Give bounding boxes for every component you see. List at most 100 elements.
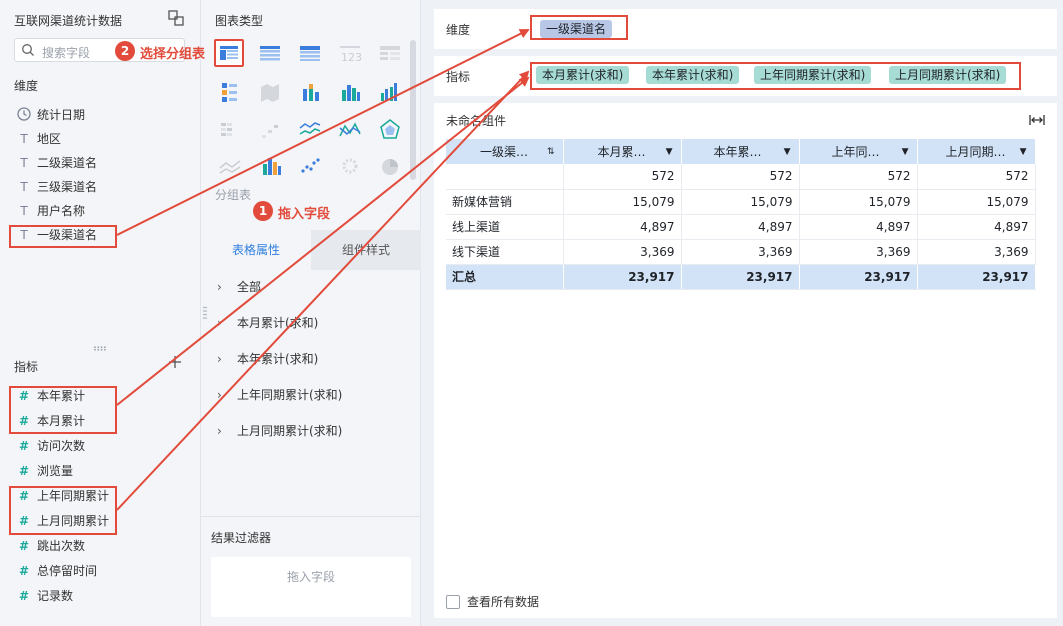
dimension-field-channel3[interactable]: T 三级渠道名 [16, 177, 97, 197]
detail-table-icon [260, 46, 280, 61]
measure-field-month-total[interactable]: # 本月累计 [16, 411, 85, 431]
list-icon [380, 46, 400, 60]
prop-last-year[interactable]: › 上年同期累计(求和) [217, 385, 342, 405]
checkbox[interactable] [446, 594, 460, 609]
measure-section-label: 指标 [14, 360, 39, 374]
caret-down-icon[interactable]: ▼ [1020, 147, 1027, 157]
number-type-icon: # [18, 464, 30, 478]
result-filter-section: 结果过滤器 拖入字段 [201, 516, 421, 626]
tab-table-properties[interactable]: 表格属性 [201, 230, 311, 270]
chart-type-kpi[interactable]: 123 [335, 39, 365, 67]
chart-type-card[interactable] [215, 78, 245, 106]
table-header[interactable]: 上年同… ▼ [799, 139, 918, 164]
table-header[interactable]: 本年累… ▼ [681, 139, 800, 164]
dimension-field-username[interactable]: T 用户名称 [16, 201, 85, 221]
chart-type-grouped-bar[interactable] [375, 78, 405, 106]
prop-year-total[interactable]: › 本年累计(求和) [217, 349, 318, 369]
field-label: 上月同期累计 [37, 514, 110, 528]
table-cell: 3,369 [681, 239, 800, 265]
bubble-chart-icon [342, 158, 358, 174]
preview-panel: 维度 一级渠道名 指标 本月累计(求和) 本年累计(求和) 上年同期累计(求和)… [421, 0, 1063, 626]
table-header[interactable]: 上月同期… ▼ [917, 139, 1036, 164]
measure-pill[interactable]: 本月累计(求和) [536, 66, 630, 84]
table-cell: 3,369 [563, 239, 682, 265]
prop-all[interactable]: › 全部 [217, 277, 261, 297]
chart-type-map[interactable] [255, 78, 285, 106]
number-type-icon: # [18, 439, 30, 453]
dimension-field-channel2[interactable]: T 二级渠道名 [16, 153, 97, 173]
chart-type-combo[interactable] [255, 152, 285, 180]
measure-field-last-year[interactable]: # 上年同期累计 [16, 486, 109, 506]
measure-field-visits[interactable]: # 访问次数 [16, 436, 85, 456]
dimension-bar[interactable]: 维度 一级渠道名 [434, 9, 1057, 49]
view-all-data-toggle[interactable]: 查看所有数据 [446, 593, 539, 610]
dimension-field-date[interactable]: 统计日期 [16, 105, 85, 125]
chart-type-step[interactable] [255, 116, 285, 144]
clock-icon [17, 107, 31, 121]
measure-field-year-total[interactable]: # 本年累计 [16, 386, 85, 406]
tab-component-style[interactable]: 组件样式 [311, 230, 421, 270]
chart-type-cross-table[interactable] [295, 39, 325, 67]
table-cell: 新媒体营销 [446, 189, 564, 215]
measure-field-record-count[interactable]: # 记录数 [16, 586, 73, 606]
chart-type-group-table[interactable] [214, 39, 244, 67]
expand-width-icon[interactable] [1028, 113, 1046, 127]
add-measure-icon[interactable] [168, 355, 182, 369]
field-label: 总停留时间 [37, 564, 98, 578]
table-cell: 23,917 [563, 264, 682, 290]
dimension-pill[interactable]: 一级渠道名 [540, 20, 613, 38]
dimension-field-region[interactable]: T 地区 [16, 129, 61, 149]
chart-type-area-range[interactable] [215, 152, 245, 180]
header-label: 本月累… [597, 145, 646, 159]
vertical-resize-handle[interactable] [203, 306, 207, 320]
table-header[interactable]: 本月累… ▼ [563, 139, 682, 164]
chart-type-scatter[interactable] [295, 152, 325, 180]
table-cell: 15,079 [799, 189, 918, 215]
prop-label: 全部 [237, 280, 262, 294]
filter-drop-zone[interactable]: 拖入字段 [211, 557, 411, 617]
switch-dataset-icon[interactable] [168, 10, 184, 26]
dimension-section-label: 维度 [14, 79, 39, 93]
chart-type-detail-table[interactable] [255, 39, 285, 67]
measure-field-stay-time[interactable]: # 总停留时间 [16, 561, 97, 581]
prop-label: 本月累计(求和) [237, 316, 319, 330]
table-cell: 23,917 [917, 264, 1036, 290]
caret-down-icon[interactable]: ▼ [666, 147, 673, 157]
measure-pill[interactable]: 上年同期累计(求和) [754, 66, 872, 84]
measure-bar[interactable]: 指标 本月累计(求和) 本年累计(求和) 上年同期累计(求和) 上月同期累计(求… [434, 56, 1057, 96]
selected-chart-type-name: 分组表 [215, 188, 252, 202]
measure-field-last-month[interactable]: # 上月同期累计 [16, 511, 109, 531]
prop-month-total[interactable]: › 本月累计(求和) [217, 313, 318, 333]
chevron-right-icon: › [217, 316, 222, 330]
scatter-chart-icon [301, 158, 320, 173]
resize-handle[interactable] [93, 346, 107, 351]
table-cell: 汇总 [446, 264, 564, 290]
table-cell: 4,897 [563, 214, 682, 240]
measure-pill[interactable]: 本年累计(求和) [646, 66, 740, 84]
widget-card: 未命名组件 一级渠… ⇅ 本月累… ▼ 本年累… ▼ 上年同… ▼ 上月同期… ▼ 572 [434, 103, 1057, 618]
table-cell: 23,917 [799, 264, 918, 290]
chart-type-pie[interactable] [375, 152, 405, 180]
chart-type-bubble[interactable] [335, 152, 365, 180]
chart-type-line[interactable] [295, 116, 325, 144]
chart-type-stacked-bar[interactable] [295, 78, 325, 106]
caret-down-icon[interactable]: ▼ [784, 147, 791, 157]
chart-type-list[interactable] [375, 39, 405, 67]
number-type-icon: # [18, 389, 30, 403]
table-cell: 23,917 [681, 264, 800, 290]
measure-pill[interactable]: 上月同期累计(求和) [889, 66, 1007, 84]
prop-last-month[interactable]: › 上月同期累计(求和) [217, 421, 342, 441]
chart-type-heat-table[interactable] [215, 116, 245, 144]
sort-icon[interactable]: ⇅ [547, 147, 555, 157]
chart-type-radar[interactable] [375, 116, 405, 144]
dimension-field-channel1[interactable]: T 一级渠道名 [16, 225, 97, 245]
step-2-text: 选择分组表 [140, 47, 206, 62]
chart-type-area[interactable] [335, 116, 365, 144]
chart-type-scrollbar[interactable] [410, 40, 416, 180]
measure-field-pageviews[interactable]: # 浏览量 [16, 461, 73, 481]
chart-type-bar[interactable] [335, 78, 365, 106]
heat-table-icon [221, 123, 232, 136]
measure-field-bounces[interactable]: # 跳出次数 [16, 536, 85, 556]
caret-down-icon[interactable]: ▼ [902, 147, 909, 157]
table-header[interactable]: 一级渠… ⇅ [446, 139, 564, 164]
